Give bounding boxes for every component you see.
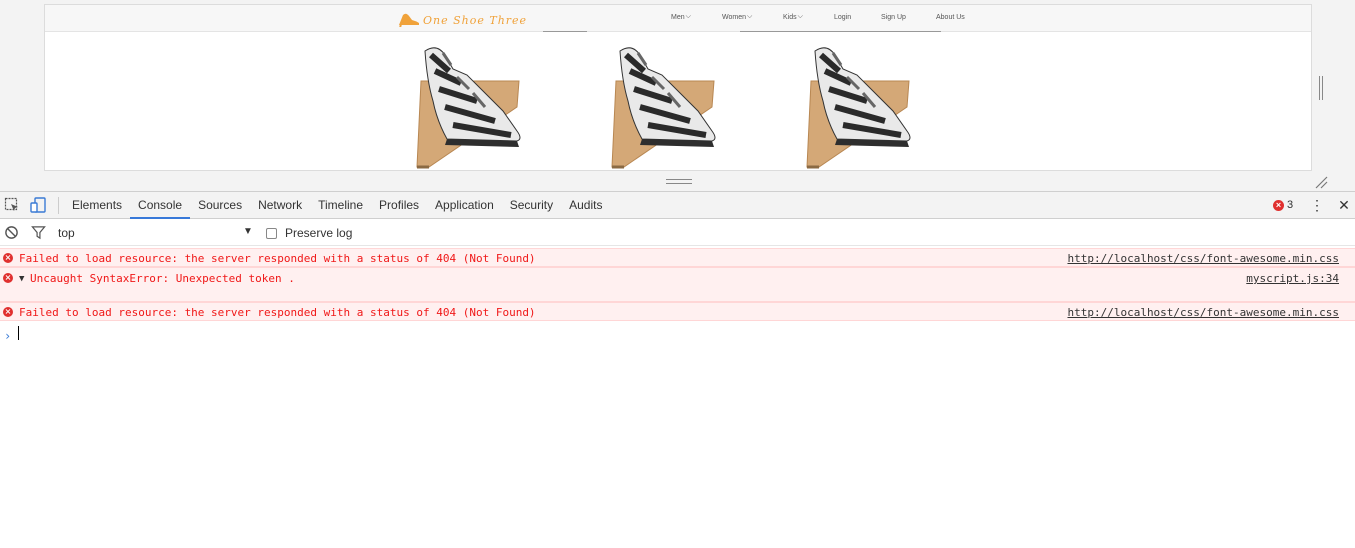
nav-underline	[543, 31, 587, 32]
chevron-down-icon: ⌵	[685, 13, 691, 20]
dropdown-arrow-icon[interactable]: ▼	[243, 226, 253, 237]
clear-console-icon[interactable]	[4, 225, 19, 240]
tab-sources[interactable]: Sources	[190, 192, 250, 219]
nav-about-us[interactable]: About Us	[936, 13, 965, 21]
message-source-link[interactable]: http://localhost/css/font-awesome.min.cs…	[1067, 306, 1339, 319]
nav-men[interactable]: Men ⌵	[671, 13, 722, 21]
tab-console[interactable]: Console	[130, 192, 191, 219]
viewport-width-handle[interactable]	[1319, 76, 1323, 100]
error-counter[interactable]: × 3	[1273, 199, 1293, 211]
preserve-log-label: Preserve log	[285, 226, 353, 240]
console-message: × Failed to load resource: the server re…	[0, 248, 1355, 267]
expand-triangle-icon[interactable]: ▼	[19, 274, 24, 284]
preserve-log-checkbox[interactable]: Preserve log	[266, 226, 352, 240]
tab-audits[interactable]: Audits	[561, 192, 610, 219]
product-image[interactable]	[602, 41, 726, 171]
tab-application[interactable]: Application	[427, 192, 502, 219]
kebab-menu-icon[interactable]: ⋮	[1310, 197, 1324, 214]
console-prompt-icon: ›	[4, 329, 12, 343]
error-icon: ×	[3, 307, 13, 317]
message-text: Failed to load resource: the server resp…	[19, 252, 536, 265]
nav-login[interactable]: Login	[834, 13, 881, 21]
devtools-panel: Elements Console Sources Network Timelin…	[0, 191, 1355, 548]
error-count: 3	[1287, 199, 1294, 211]
web-page: One Shoe Three Men ⌵ Women ⌵ Kids ⌵ Login S…	[44, 4, 1312, 171]
nav-sign-up[interactable]: Sign Up	[881, 13, 936, 21]
viewport-height-handle[interactable]	[666, 179, 692, 184]
error-icon: ×	[3, 253, 13, 263]
site-nav-links: Men ⌵ Women ⌵ Kids ⌵ Login Sign Up About Us	[671, 13, 965, 21]
inspect-element-icon[interactable]	[4, 197, 20, 213]
shoe-logo-icon	[399, 13, 419, 27]
filter-icon[interactable]	[31, 225, 46, 240]
error-icon: ×	[1273, 199, 1284, 211]
tab-security[interactable]: Security	[502, 192, 561, 219]
message-source-link[interactable]: http://localhost/css/font-awesome.min.cs…	[1067, 252, 1339, 265]
logo-text: One Shoe Three	[423, 14, 528, 27]
close-icon[interactable]: ✕	[1337, 196, 1351, 214]
device-toolbar-icon[interactable]	[30, 197, 46, 213]
product-gallery	[407, 41, 927, 171]
resize-corner-icon[interactable]	[1314, 175, 1328, 189]
checkbox[interactable]	[266, 227, 277, 239]
nav-kids[interactable]: Kids ⌵	[783, 13, 834, 21]
tab-network[interactable]: Network	[250, 192, 310, 219]
error-icon: ×	[3, 273, 13, 283]
chevron-down-icon: ⌵	[797, 13, 803, 20]
message-text: Uncaught SyntaxError: Unexpected token .	[30, 272, 295, 285]
context-selector[interactable]: top	[58, 226, 75, 240]
message-source-link[interactable]: myscript.js:34	[1246, 272, 1339, 285]
console-toolbar: top ▼ Preserve log	[0, 220, 1355, 246]
chevron-down-icon: ⌵	[747, 13, 753, 20]
console-input[interactable]	[18, 326, 19, 340]
nav-women[interactable]: Women ⌵	[722, 13, 783, 21]
site-navbar: One Shoe Three Men ⌵ Women ⌵ Kids ⌵ Login S…	[45, 5, 1311, 32]
console-message: × Failed to load resource: the server re…	[0, 302, 1355, 321]
console-message: × ▼ Uncaught SyntaxError: Unexpected tok…	[0, 267, 1355, 302]
devtools-tabs: Elements Console Sources Network Timelin…	[64, 192, 610, 219]
site-logo[interactable]: One Shoe Three	[397, 10, 527, 28]
page-viewport: One Shoe Three Men ⌵ Women ⌵ Kids ⌵ Login S…	[0, 0, 1355, 191]
devtools-tabbar: Elements Console Sources Network Timelin…	[0, 192, 1355, 219]
tab-profiles[interactable]: Profiles	[371, 192, 427, 219]
tab-elements[interactable]: Elements	[64, 192, 130, 219]
toolbar-separator	[58, 197, 59, 214]
nav-underline	[740, 31, 941, 32]
product-image[interactable]	[407, 41, 531, 171]
message-text: Failed to load resource: the server resp…	[19, 306, 536, 319]
product-image[interactable]	[797, 41, 921, 171]
tab-timeline[interactable]: Timeline	[310, 192, 371, 219]
